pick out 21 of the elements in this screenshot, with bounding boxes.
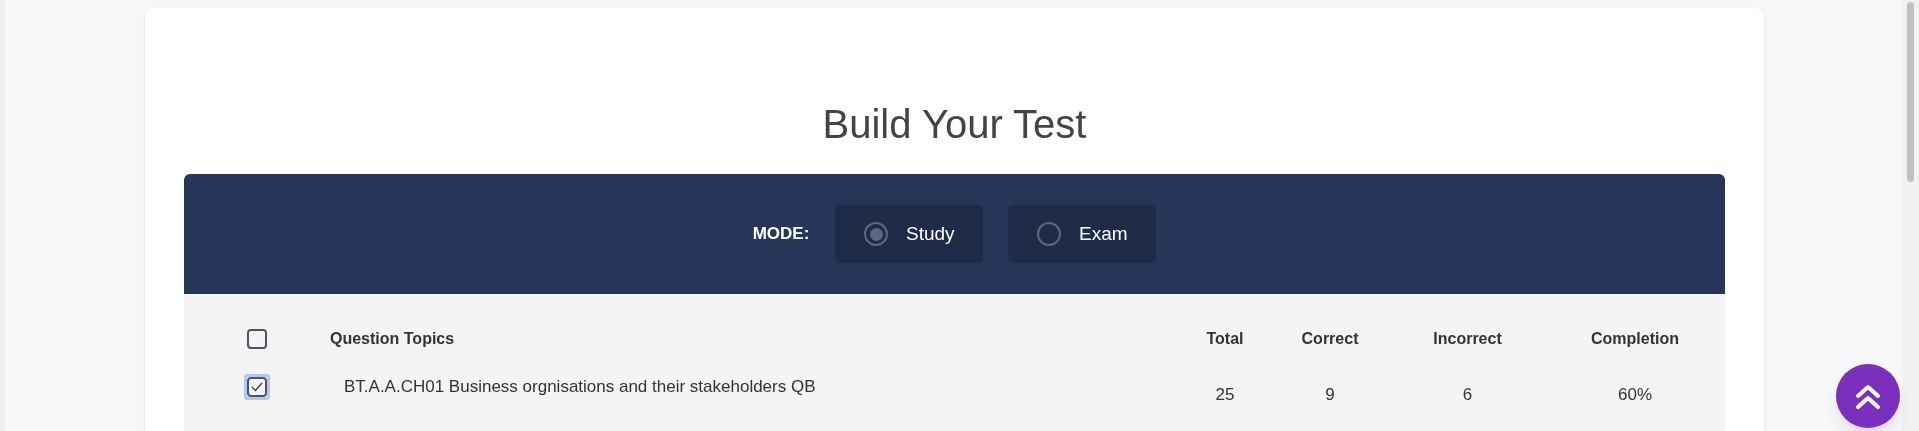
checkbox[interactable] (244, 326, 270, 352)
scrollbar[interactable] (1902, 0, 1919, 431)
table-cell-text: 25 (1215, 384, 1235, 406)
mode-option[interactable]: Exam (1008, 205, 1157, 263)
column-header: Total (1206, 329, 1244, 349)
table-cell-text: 60% (1618, 384, 1652, 406)
mode-option[interactable]: Study (835, 205, 984, 263)
mode-label: MODE: (752, 223, 810, 246)
radio-button[interactable] (1037, 222, 1062, 246)
table-cell: BT.A.A.CH01 Business orgnisations and their stakeholders QB (344, 377, 816, 396)
checkbox[interactable] (244, 374, 270, 400)
column-header: Completion (1591, 329, 1679, 349)
column-header: Correct (1301, 329, 1359, 349)
radio-button[interactable] (864, 222, 889, 246)
checkmark-icon (251, 382, 263, 392)
table-cell-text: 6 (1462, 384, 1473, 406)
table-cell-text: 9 (1325, 384, 1335, 406)
scroll-to-top-button[interactable] (1836, 364, 1900, 428)
page-title: Build Your Test (822, 101, 1087, 148)
column-header: Incorrect (1433, 329, 1502, 349)
column-header: Question Topics (330, 330, 455, 347)
